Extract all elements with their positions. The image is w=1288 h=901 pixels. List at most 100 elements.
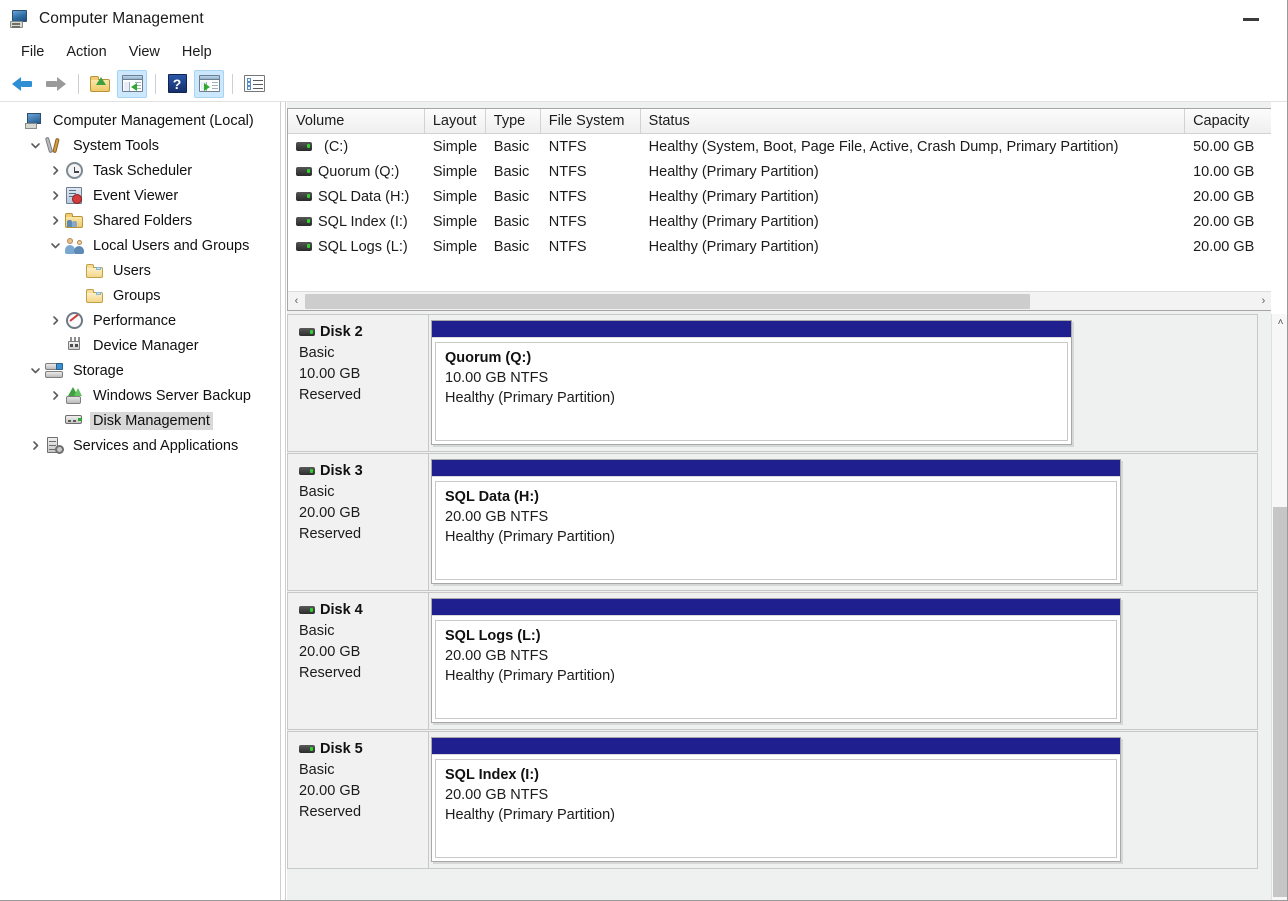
volume-cell-file-system: NTFS bbox=[541, 139, 641, 155]
disk-name: Disk 5 bbox=[320, 741, 363, 757]
disk-name: Disk 4 bbox=[320, 602, 363, 618]
volume-disk-icon bbox=[296, 242, 312, 251]
disk-partitions: SQL Data (H:)20.00 GB NTFSHealthy (Prima… bbox=[429, 454, 1257, 590]
column-header-capacity[interactable]: Capacity bbox=[1185, 109, 1272, 133]
show-action-pane-button[interactable] bbox=[194, 70, 224, 98]
sidebar-item-task-scheduler[interactable]: Task Scheduler bbox=[0, 158, 280, 183]
volume-cell-file-system: NTFS bbox=[541, 214, 641, 230]
column-header-file-system[interactable]: File System bbox=[541, 109, 641, 133]
scroll-left-arrow-icon[interactable]: ‹ bbox=[288, 292, 305, 311]
properties-list-icon bbox=[244, 75, 265, 92]
sidebar-item-services-and-applications[interactable]: Services and Applications bbox=[0, 433, 280, 458]
disk-type: Basic bbox=[299, 345, 428, 361]
disk-row[interactable]: Disk 2Basic10.00 GBReservedQuorum (Q:)10… bbox=[287, 314, 1258, 452]
partition-size-filesystem: 20.00 GB NTFS bbox=[445, 509, 1116, 525]
chevron-right-icon[interactable] bbox=[46, 383, 64, 408]
menu-view[interactable]: View bbox=[118, 42, 171, 62]
forward-arrow-icon bbox=[44, 76, 66, 92]
sidebar-item-windows-server-backup[interactable]: Windows Server Backup bbox=[0, 383, 280, 408]
disk-state: Reserved bbox=[299, 387, 428, 403]
chevron-down-icon[interactable] bbox=[26, 358, 44, 383]
hscroll-track[interactable] bbox=[305, 292, 1255, 311]
disk-size: 20.00 GB bbox=[299, 644, 428, 660]
volume-cell-layout: Simple bbox=[425, 164, 486, 180]
window-title: Computer Management bbox=[39, 10, 204, 28]
hscroll-thumb[interactable] bbox=[305, 294, 1030, 309]
volume-cell-layout: Simple bbox=[425, 214, 486, 230]
disk-row[interactable]: Disk 5Basic20.00 GBReservedSQL Index (I:… bbox=[287, 731, 1258, 869]
disk-drive-icon bbox=[299, 745, 315, 753]
disk-info-box[interactable]: Disk 3Basic20.00 GBReserved bbox=[288, 454, 429, 590]
sidebar-item-device-manager[interactable]: Device Manager bbox=[0, 333, 280, 358]
sidebar-item-disk-management[interactable]: Disk Management bbox=[0, 408, 280, 433]
scroll-up-arrow-icon[interactable]: ˄ bbox=[1272, 314, 1288, 331]
menu-action[interactable]: Action bbox=[55, 42, 117, 62]
chevron-down-icon[interactable] bbox=[46, 233, 64, 258]
disk-partition[interactable]: SQL Logs (L:)20.00 GB NTFSHealthy (Prima… bbox=[431, 598, 1121, 723]
chevron-down-icon[interactable] bbox=[26, 133, 44, 158]
menu-file[interactable]: File bbox=[10, 42, 55, 62]
menu-help[interactable]: Help bbox=[171, 42, 223, 62]
properties-button[interactable] bbox=[239, 70, 269, 98]
sidebar-item-users[interactable]: Users bbox=[0, 258, 280, 283]
disk-panel-vertical-scrollbar[interactable]: ˄ bbox=[1271, 314, 1288, 901]
partition-color-bar bbox=[432, 599, 1120, 616]
sidebar-item-groups[interactable]: Groups bbox=[0, 283, 280, 308]
volume-cell-file-system: NTFS bbox=[541, 164, 641, 180]
pane-splitter[interactable] bbox=[280, 102, 286, 901]
column-header-volume[interactable]: Volume bbox=[288, 109, 425, 133]
volume-list-rows: (C:)SimpleBasicNTFSHealthy (System, Boot… bbox=[288, 134, 1272, 259]
volume-cell-status: Healthy (Primary Partition) bbox=[641, 214, 1185, 230]
disk-type: Basic bbox=[299, 484, 428, 500]
sidebar-item-performance[interactable]: Performance bbox=[0, 308, 280, 333]
sidebar-item-shared-folders[interactable]: Shared Folders bbox=[0, 208, 280, 233]
sidebar-item-system-tools[interactable]: System Tools bbox=[0, 133, 280, 158]
device-manager-icon bbox=[64, 337, 84, 355]
disk-info-box[interactable]: Disk 2Basic10.00 GBReserved bbox=[288, 315, 429, 451]
sidebar-item-local-users-and-groups[interactable]: Local Users and Groups bbox=[0, 233, 280, 258]
chevron-right-icon[interactable] bbox=[26, 433, 44, 458]
disk-info-box[interactable]: Disk 5Basic20.00 GBReserved bbox=[288, 732, 429, 868]
column-header-layout[interactable]: Layout bbox=[425, 109, 486, 133]
disk-row[interactable]: Disk 4Basic20.00 GBReservedSQL Logs (L:)… bbox=[287, 592, 1258, 730]
up-one-level-button[interactable] bbox=[85, 70, 115, 98]
sidebar-item-storage[interactable]: Storage bbox=[0, 358, 280, 383]
volume-row[interactable]: SQL Logs (L:)SimpleBasicNTFSHealthy (Pri… bbox=[288, 234, 1272, 259]
vscroll-thumb[interactable] bbox=[1273, 507, 1288, 897]
sidebar-item-label: Performance bbox=[90, 312, 179, 330]
volume-cell-type: Basic bbox=[486, 189, 541, 205]
partition-size-filesystem: 20.00 GB NTFS bbox=[445, 787, 1116, 803]
disk-row[interactable]: Disk 3Basic20.00 GBReservedSQL Data (H:)… bbox=[287, 453, 1258, 591]
sidebar-item-label: Storage bbox=[70, 362, 127, 380]
disk-partition[interactable]: Quorum (Q:)10.00 GB NTFSHealthy (Primary… bbox=[431, 320, 1072, 445]
disk-info-box[interactable]: Disk 4Basic20.00 GBReserved bbox=[288, 593, 429, 729]
volume-row[interactable]: SQL Data (H:)SimpleBasicNTFSHealthy (Pri… bbox=[288, 184, 1272, 209]
partition-details: Quorum (Q:)10.00 GB NTFSHealthy (Primary… bbox=[435, 342, 1068, 441]
scroll-right-arrow-icon[interactable]: › bbox=[1255, 292, 1272, 311]
disk-partition[interactable]: SQL Data (H:)20.00 GB NTFSHealthy (Prima… bbox=[431, 459, 1121, 584]
sidebar-item-label: Event Viewer bbox=[90, 187, 181, 205]
sidebar-item-label: Computer Management (Local) bbox=[50, 112, 257, 130]
column-header-type[interactable]: Type bbox=[486, 109, 541, 133]
disk-partition[interactable]: SQL Index (I:)20.00 GB NTFSHealthy (Prim… bbox=[431, 737, 1121, 862]
chevron-right-icon[interactable] bbox=[46, 183, 64, 208]
minimize-button[interactable] bbox=[1228, 8, 1274, 30]
sidebar-item-label: Local Users and Groups bbox=[90, 237, 252, 255]
volume-row[interactable]: (C:)SimpleBasicNTFSHealthy (System, Boot… bbox=[288, 134, 1272, 159]
disk-graphical-view: Disk 2Basic10.00 GBReservedQuorum (Q:)10… bbox=[287, 314, 1288, 901]
column-header-status[interactable]: Status bbox=[641, 109, 1185, 133]
chevron-right-icon[interactable] bbox=[46, 158, 64, 183]
chevron-right-icon[interactable] bbox=[46, 308, 64, 333]
volume-row[interactable]: SQL Index (I:)SimpleBasicNTFSHealthy (Pr… bbox=[288, 209, 1272, 234]
volume-row[interactable]: Quorum (Q:)SimpleBasicNTFSHealthy (Prima… bbox=[288, 159, 1272, 184]
chevron-right-icon[interactable] bbox=[46, 208, 64, 233]
volume-list-horizontal-scrollbar[interactable]: ‹ › bbox=[288, 291, 1272, 310]
volume-cell-file-system: NTFS bbox=[541, 189, 641, 205]
help-button[interactable]: ? bbox=[162, 70, 192, 98]
forward-button[interactable] bbox=[40, 70, 70, 98]
sidebar-item-computer-management-local[interactable]: Computer Management (Local) bbox=[0, 108, 280, 133]
back-button[interactable] bbox=[8, 70, 38, 98]
sidebar-item-event-viewer[interactable]: Event Viewer bbox=[0, 183, 280, 208]
volume-name: Quorum (Q:) bbox=[318, 164, 399, 180]
show-console-tree-button[interactable] bbox=[117, 70, 147, 98]
